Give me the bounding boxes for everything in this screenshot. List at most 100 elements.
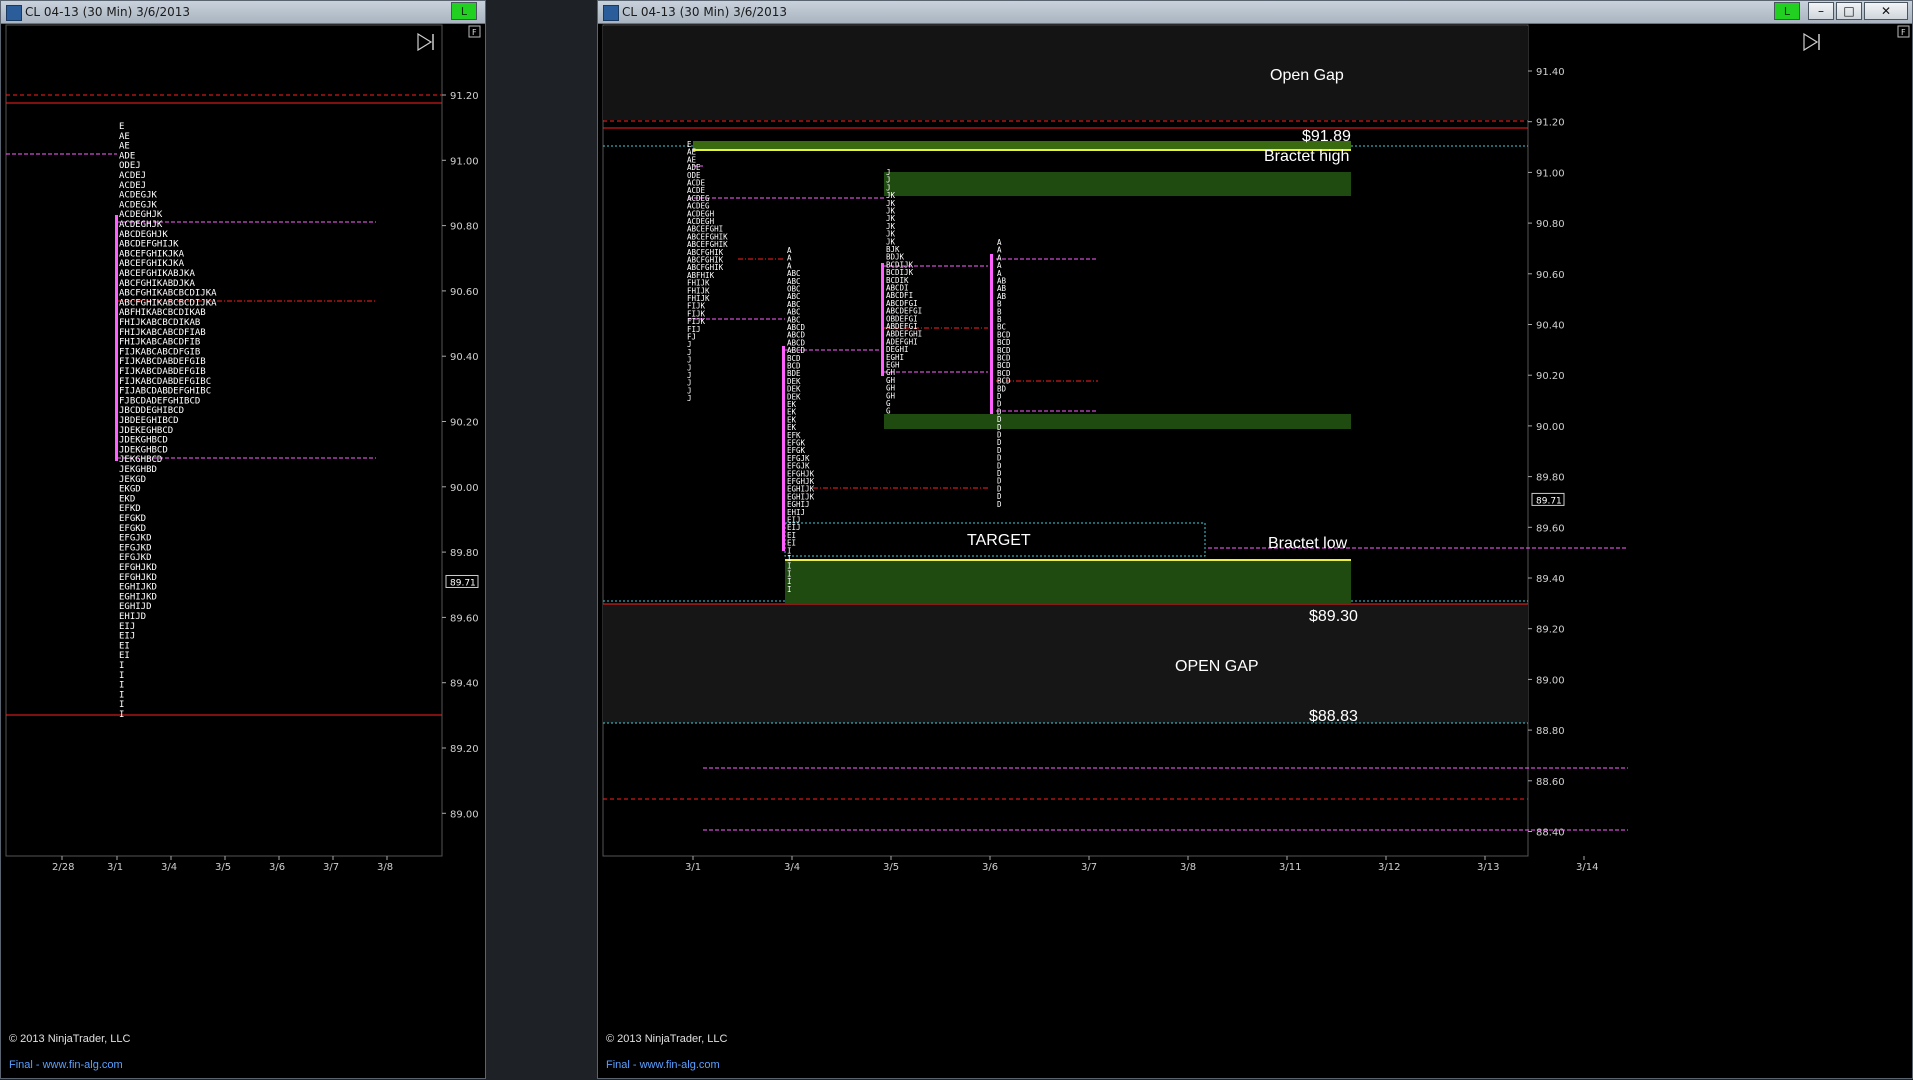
profile-row: EKGD [119,485,141,495]
value-area-bar [990,254,993,414]
profile-row: ADE [119,151,135,161]
y-tick-label: 90.20 [450,418,479,429]
right-footer-link[interactable]: Final - www.fin-alg.com [606,1059,720,1071]
profile-row: EFGHJKD [119,573,157,583]
profile-row: I [787,585,792,594]
profile-row: ABCFGHIKABCBCDIJKA [119,298,217,308]
profile-row: JBCDDEGHIBCD [119,406,184,416]
profile-row: JBDEEGHIBCD [119,416,179,426]
profile-row: ODEJ [119,161,141,171]
profile-row: EFGHJKD [119,563,157,573]
profile-row: ABFHIKABCBCDIKAB [119,308,206,318]
profile-row: FIJKABCDABDEFGIB [119,357,206,367]
profile-row: ABCEFGHIKABJKA [119,269,195,279]
y-tick-label: 90.60 [450,287,479,298]
y-tick-label: 89.40 [1536,574,1565,585]
profile-row: AE [119,132,130,142]
profile-row: EFKD [119,504,141,514]
profile-row: FHIJKABCABCDFIB [119,338,200,348]
profile-row: ACDEGHJK [119,210,163,220]
left-copyright: © 2013 NinjaTrader, LLC [9,1033,131,1045]
price-high-label: $91.89 [1302,128,1351,145]
y-tick-label: 91.20 [450,91,479,102]
profile-row: EGHIJKD [119,592,157,602]
right-chart-canvas[interactable]: 91.40 91.20 91.00 90.80 90.60 90.40 90.20 90.00… [598,1,1913,1080]
mid-zone [884,414,1351,429]
profile-row: JEKGHBCD [119,455,162,465]
bracket-low-zone [785,560,1351,604]
profile-row: ABCFGHIKABCBCDIJKA [119,289,217,299]
profile-row: ABCDEFGHIJK [119,240,179,250]
value-area-bar [782,346,785,551]
profile-row: D [997,500,1002,509]
profile-row: FIJKABCABCDFGIB [119,347,200,357]
x-tick-label: 3/4 [784,862,800,873]
y-tick-label: 89.60 [1536,523,1565,534]
left-chart-canvas[interactable]: 91.20 91.00 90.80 90.60 90.40 90.20 90.00 89.80… [1,1,487,1080]
x-tick-label: 3/11 [1279,862,1301,873]
y-tick-label: 89.80 [1536,473,1565,484]
right-copyright: © 2013 NinjaTrader, LLC [606,1033,728,1045]
y-tick-label: 90.00 [450,483,479,494]
y-tick-label: 89.00 [450,809,479,820]
x-tick-label: 3/7 [323,862,339,873]
price-gap-label: $88.83 [1309,708,1358,725]
x-tick-label: 3/5 [215,862,231,873]
x-tick-label: 3/5 [883,862,899,873]
profile-row: EI [119,651,130,661]
profile-row: G [886,407,891,416]
profile-row: EFGJKD [119,543,152,553]
y-tick-label: 89.60 [450,613,479,624]
profile-row: I [119,681,124,691]
profile-row: I [119,690,124,700]
x-tick-label: 3/13 [1477,862,1499,873]
profile-row: EFGKD [119,524,146,534]
profile-row: AE [119,142,130,152]
open-gap-zone-top [603,26,1528,120]
profile-row: ACDEGJK [119,191,158,201]
profile-row: JEKGD [119,475,146,485]
x-tick-label: 3/6 [982,862,998,873]
x-tick-label: 3/14 [1576,862,1598,873]
bracket-high-zone [693,141,1351,150]
left-footer-link[interactable]: Final - www.fin-alg.com [9,1059,123,1071]
profile-row: ABCEFGHIKJKA [119,259,185,269]
format-button-label: F [472,28,477,37]
profile-row: JDEKEGHBCD [119,426,173,436]
profile-row: EIJ [119,632,135,642]
profile-row: JEKGHBD [119,465,157,475]
x-tick-label: 3/4 [161,862,177,873]
x-tick-label: 3/8 [1180,862,1196,873]
bractet-low-label: Bractet low [1268,535,1348,552]
profile-row: ABCFGHIKABDJKA [119,279,195,289]
profile-row: EFGJKD [119,553,152,563]
y-tick-label: 90.40 [1536,321,1565,332]
left-chart-window: CL 04-13 (30 Min) 3/6/2013 L – 91.2091.0… [0,0,486,1079]
x-tick-label: 3/7 [1081,862,1097,873]
y-tick-label: 90.00 [1536,422,1565,433]
value-area-bar [115,215,118,461]
y-tick-label: 89.20 [1536,625,1565,636]
y-tick-label: 89.00 [1536,675,1565,686]
profile-row: I [119,661,124,671]
y-tick-label: 91.40 [1536,67,1565,78]
value-area-bar [881,263,884,376]
profile-row: EKD [119,494,135,504]
profile-row: FIJABCDABDEFGHIBC [119,387,211,397]
last-price-label: 89.71 [450,578,476,588]
profile-row: I [119,710,124,720]
y-tick-label: 90.20 [1536,371,1565,382]
plot-area [5,24,443,857]
profile-row: EFGJKD [119,534,152,544]
y-tick-label: 91.20 [1536,118,1565,129]
open-gap-bottom-label: OPEN GAP [1175,658,1259,675]
price-low-label: $89.30 [1309,608,1358,625]
profile-row: EIJ [119,622,135,632]
profile-row: ACDEJ [119,181,146,191]
profile-row: EFGKD [119,514,146,524]
y-tick-label: 90.60 [1536,270,1565,281]
profile-row: FJBCDADEFGHIBCD [119,396,200,406]
x-tick-label: 3/1 [685,862,701,873]
y-tick-label: 88.40 [1536,828,1565,839]
y-tick-label: 89.40 [450,679,479,690]
